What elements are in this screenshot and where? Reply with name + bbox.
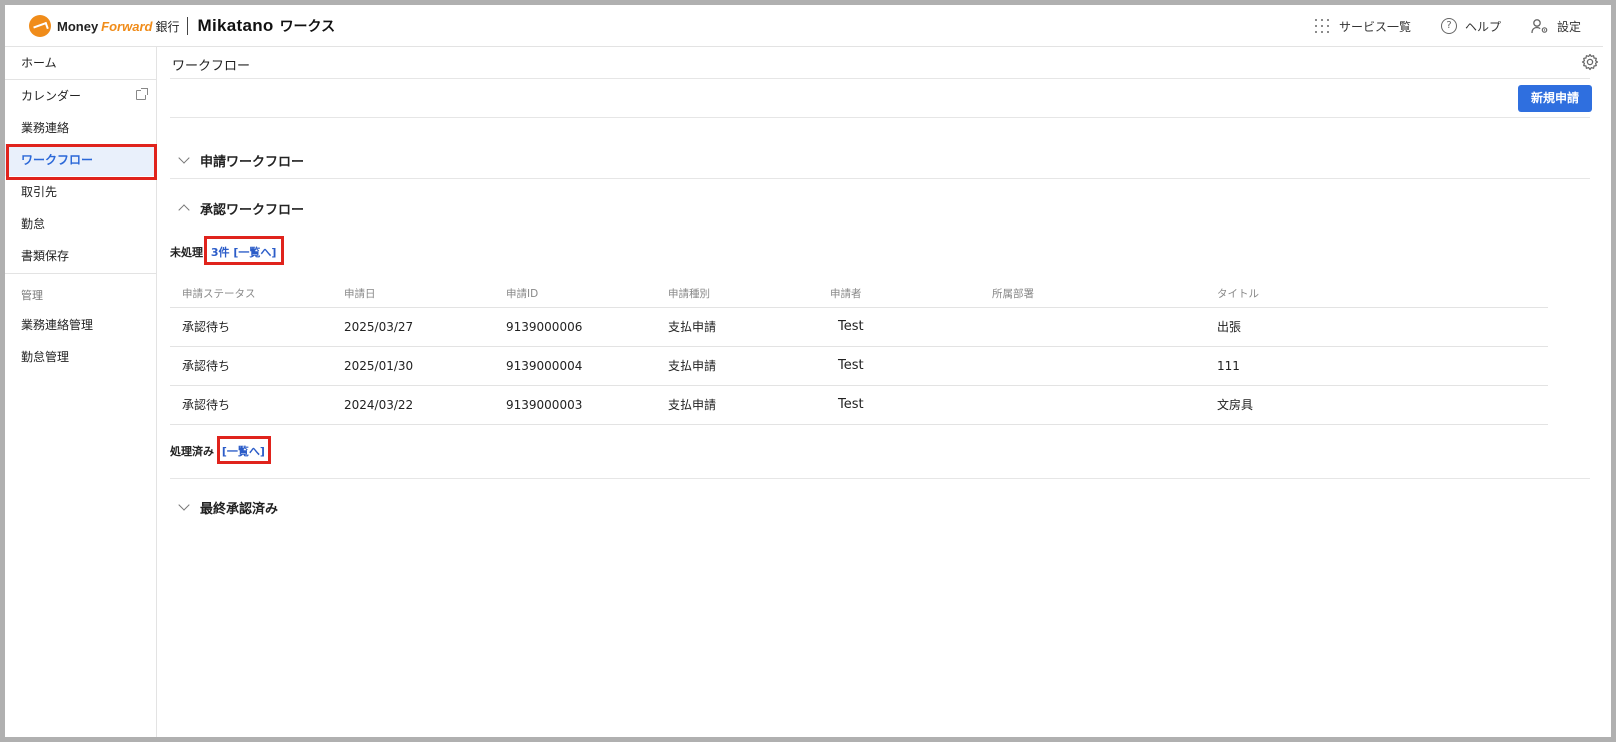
external-link-icon bbox=[136, 88, 148, 100]
sidebar-item-business-contact[interactable]: 業務連絡 bbox=[5, 112, 156, 144]
new-application-button[interactable]: 新規申請 bbox=[1518, 85, 1592, 112]
gear-icon[interactable] bbox=[1581, 53, 1599, 71]
cell-id: 9139000006 bbox=[494, 307, 656, 347]
cell-department bbox=[980, 385, 1205, 425]
page-title: ワークフロー bbox=[172, 59, 251, 74]
column-header-department[interactable]: 所属部署 bbox=[980, 281, 1205, 308]
app-suffix: ワークス bbox=[279, 19, 336, 35]
table-row[interactable]: 承認待ち 2025/01/30 9139000004 支払申請 Test 111 bbox=[170, 346, 1548, 386]
table-header-row: 申請ステータス 申請日 申請ID 申請種別 申請者 所属部署 タイトル bbox=[170, 281, 1548, 308]
sidebar-item-clients[interactable]: 取引先 bbox=[5, 176, 156, 208]
services-label: サービス一覧 bbox=[1338, 19, 1411, 34]
sidebar-item-label: ワークフロー bbox=[21, 153, 94, 167]
cell-department bbox=[980, 346, 1205, 386]
processed-row: 処理済み [一覧へ] bbox=[170, 443, 265, 459]
cell-id: 9139000004 bbox=[494, 346, 656, 386]
processed-label: 処理済み bbox=[170, 445, 214, 458]
grid-icon bbox=[1314, 19, 1329, 33]
app-name: Mikatano bbox=[197, 16, 274, 35]
brand-bank-text: 銀行 bbox=[155, 19, 180, 34]
sidebar-section-admin: 管理 bbox=[21, 289, 43, 302]
money-forward-logo-icon bbox=[29, 15, 51, 37]
help-button[interactable]: ? ヘルプ bbox=[1440, 18, 1501, 35]
sidebar-item-label: 業務連絡 bbox=[21, 121, 70, 135]
divider bbox=[170, 117, 1590, 118]
cell-id: 9139000003 bbox=[494, 385, 656, 425]
approval-table: 申請ステータス 申請日 申請ID 申請種別 申請者 所属部署 タイトル 承認待ち… bbox=[170, 281, 1548, 425]
sidebar-item-document-storage[interactable]: 書類保存 bbox=[5, 240, 156, 272]
sidebar-item-label: ホーム bbox=[21, 56, 57, 70]
column-header-title[interactable]: タイトル bbox=[1205, 281, 1548, 308]
cell-status: 承認待ち bbox=[170, 385, 332, 425]
sidebar-item-attendance-admin[interactable]: 勤怠管理 bbox=[5, 341, 156, 373]
cell-type: 支払申請 bbox=[656, 307, 818, 347]
cell-date: 2025/01/30 bbox=[332, 346, 494, 386]
cell-type: 支払申請 bbox=[656, 346, 818, 386]
pending-list-link[interactable]: 3件 [一覧へ] bbox=[211, 246, 277, 259]
column-header-date[interactable]: 申請日 bbox=[332, 281, 494, 308]
sidebar-divider bbox=[5, 273, 156, 274]
table-row[interactable]: 承認待ち 2024/03/22 9139000003 支払申請 Test 文房具 bbox=[170, 385, 1548, 425]
cell-type: 支払申請 bbox=[656, 385, 818, 425]
sidebar-item-label: カレンダー bbox=[21, 89, 82, 103]
top-header: Money Forward 銀行 Mikatano ワークス サービス一覧 ? … bbox=[5, 5, 1603, 47]
cell-status: 承認待ち bbox=[170, 307, 332, 347]
help-icon: ? bbox=[1440, 18, 1457, 34]
main-content: ワークフロー 新規申請 申請ワークフロー 承認ワークフロー 未処理 3件 [一覧… bbox=[158, 47, 1603, 737]
brand-logo[interactable]: Money Forward 銀行 Mikatano ワークス bbox=[29, 15, 335, 37]
user-settings-icon bbox=[1531, 19, 1548, 34]
column-header-status[interactable]: 申請ステータス bbox=[170, 281, 332, 308]
chevron-up-icon bbox=[178, 204, 190, 216]
cell-title: 出張 bbox=[1205, 307, 1548, 347]
pending-label: 未処理 bbox=[170, 246, 203, 259]
brand-forward-text: Forward bbox=[101, 18, 153, 34]
sidebar-item-label: 勤怠管理 bbox=[21, 350, 70, 364]
divider bbox=[170, 78, 1590, 79]
help-label: ヘルプ bbox=[1464, 19, 1501, 34]
section-title: 申請ワークフロー bbox=[200, 154, 305, 170]
divider bbox=[170, 478, 1590, 479]
section-title: 最終承認済み bbox=[200, 501, 279, 517]
cell-applicant: Test bbox=[818, 385, 980, 425]
column-header-applicant[interactable]: 申請者 bbox=[818, 281, 980, 308]
sidebar-item-label: 業務連絡管理 bbox=[21, 318, 94, 332]
sidebar-item-calendar[interactable]: カレンダー bbox=[5, 80, 156, 112]
chevron-down-icon bbox=[178, 152, 190, 164]
divider bbox=[170, 178, 1590, 179]
sidebar-item-workflow[interactable]: ワークフロー bbox=[5, 144, 156, 176]
sidebar-item-home[interactable]: ホーム bbox=[5, 47, 156, 79]
header-actions: サービス一覧 ? ヘルプ 設定 bbox=[1285, 5, 1581, 47]
cell-department bbox=[980, 307, 1205, 347]
settings-label: 設定 bbox=[1556, 19, 1581, 34]
settings-button[interactable]: 設定 bbox=[1531, 18, 1581, 35]
cell-title: 文房具 bbox=[1205, 385, 1548, 425]
table-row[interactable]: 承認待ち 2025/03/27 9139000006 支払申請 Test 出張 bbox=[170, 307, 1548, 347]
section-title: 承認ワークフロー bbox=[200, 202, 305, 218]
column-header-type[interactable]: 申請種別 bbox=[656, 281, 818, 308]
cell-date: 2025/03/27 bbox=[332, 307, 494, 347]
cell-title: 111 bbox=[1205, 346, 1548, 386]
column-header-id[interactable]: 申請ID bbox=[494, 281, 656, 308]
sidebar: ホーム カレンダー 業務連絡 ワークフロー 取引先 勤怠 書類保存 管理 業務連… bbox=[5, 47, 157, 737]
section-final-approved[interactable]: 最終承認済み bbox=[178, 496, 279, 518]
sidebar-item-attendance[interactable]: 勤怠 bbox=[5, 208, 156, 240]
cell-status: 承認待ち bbox=[170, 346, 332, 386]
section-apply-workflow[interactable]: 申請ワークフロー bbox=[178, 149, 305, 171]
cell-applicant: Test bbox=[818, 346, 980, 386]
chevron-down-icon bbox=[178, 499, 190, 511]
sidebar-item-label: 勤怠 bbox=[21, 217, 46, 231]
pending-row: 未処理 3件 [一覧へ] bbox=[170, 244, 276, 260]
sidebar-item-label: 取引先 bbox=[21, 185, 58, 199]
cell-date: 2024/03/22 bbox=[332, 385, 494, 425]
sidebar-item-business-contact-admin[interactable]: 業務連絡管理 bbox=[5, 309, 156, 341]
brand-divider bbox=[187, 17, 189, 35]
brand-money-text: Money bbox=[57, 18, 99, 34]
processed-list-link[interactable]: [一覧へ] bbox=[222, 445, 265, 458]
cell-applicant: Test bbox=[818, 307, 980, 347]
services-button[interactable]: サービス一覧 bbox=[1314, 18, 1411, 35]
section-approve-workflow[interactable]: 承認ワークフロー bbox=[178, 197, 305, 219]
sidebar-item-label: 書類保存 bbox=[21, 249, 70, 263]
